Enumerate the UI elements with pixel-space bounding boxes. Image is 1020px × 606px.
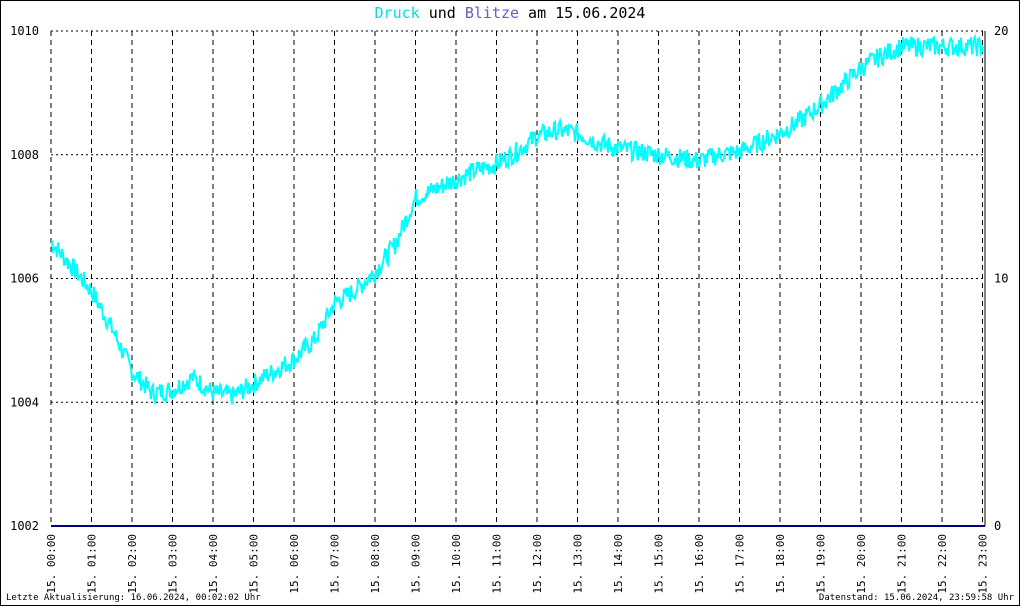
x-tick-label: 15. 08:00 bbox=[369, 534, 382, 594]
x-tick-label: 15. 11:00 bbox=[491, 534, 504, 594]
x-tick-label: 15. 21:00 bbox=[896, 534, 909, 594]
x-tick-label: 15. 22:00 bbox=[936, 534, 949, 594]
y-axis-left: 1002 1004 1006 1008 1010 bbox=[10, 24, 39, 533]
x-tick-label: 15. 05:00 bbox=[248, 534, 261, 594]
x-tick-label: 15. 20:00 bbox=[855, 534, 868, 594]
y-left-tick-label: 1008 bbox=[10, 148, 39, 162]
y-right-tick-label: 10 bbox=[994, 272, 1008, 286]
x-tick-label: 15. 07:00 bbox=[329, 534, 342, 594]
x-tick-label: 15. 06:00 bbox=[288, 534, 301, 594]
x-tick-label: 15. 01:00 bbox=[86, 534, 99, 594]
x-tick-label: 15. 17:00 bbox=[734, 534, 747, 594]
chart-svg: 10021004100610081010 01020 15. 00:00 15. … bbox=[10, 24, 1008, 594]
x-tick-label: 15. 16:00 bbox=[693, 534, 706, 594]
x-tick-label: 15. 09:00 bbox=[410, 534, 423, 594]
x-tick-label: 15. 02:00 bbox=[126, 534, 139, 594]
x-tick-label: 15. 03:00 bbox=[167, 534, 180, 594]
footer-data-status: Datenstand: 15.06.2024, 23:59:58 Uhr bbox=[818, 593, 1014, 603]
x-tick-label: 15. 14:00 bbox=[612, 534, 625, 594]
y-left-tick-label: 1010 bbox=[10, 24, 39, 38]
x-tick-label: 15. 04:00 bbox=[207, 534, 220, 594]
x-tick-label: 15. 18:00 bbox=[774, 534, 787, 594]
x-axis: 15. 00:00 15. 01:00 15. 02:00 15. 03:00 15. … bbox=[45, 534, 990, 594]
y-left-tick-label: 1006 bbox=[10, 272, 39, 286]
grid-lines bbox=[50, 30, 986, 527]
x-tick-label: 15. 15:00 bbox=[653, 534, 666, 594]
x-tick-label: 15. 13:00 bbox=[572, 534, 585, 594]
series-group bbox=[50, 33, 985, 527]
x-tick-label: 15. 12:00 bbox=[531, 534, 544, 594]
y-right-tick-label: 20 bbox=[994, 24, 1008, 38]
footer-last-update: Letzte Aktualisierung: 16.06.2024, 00:02… bbox=[6, 593, 261, 603]
series-line-druck bbox=[50, 33, 984, 406]
x-tick-label: 15. 23:00 bbox=[977, 534, 990, 594]
y-left-tick-label: 1002 bbox=[10, 519, 39, 533]
y-left-tick-label: 1004 bbox=[10, 395, 39, 409]
x-tick-label: 15. 19:00 bbox=[815, 534, 828, 594]
x-tick-label: 15. 10:00 bbox=[450, 534, 463, 594]
y-axis-right: 0 10 20 bbox=[994, 24, 1008, 533]
y-right-tick-label: 0 bbox=[994, 519, 1001, 533]
x-tick-label: 15. 00:00 bbox=[45, 534, 58, 594]
